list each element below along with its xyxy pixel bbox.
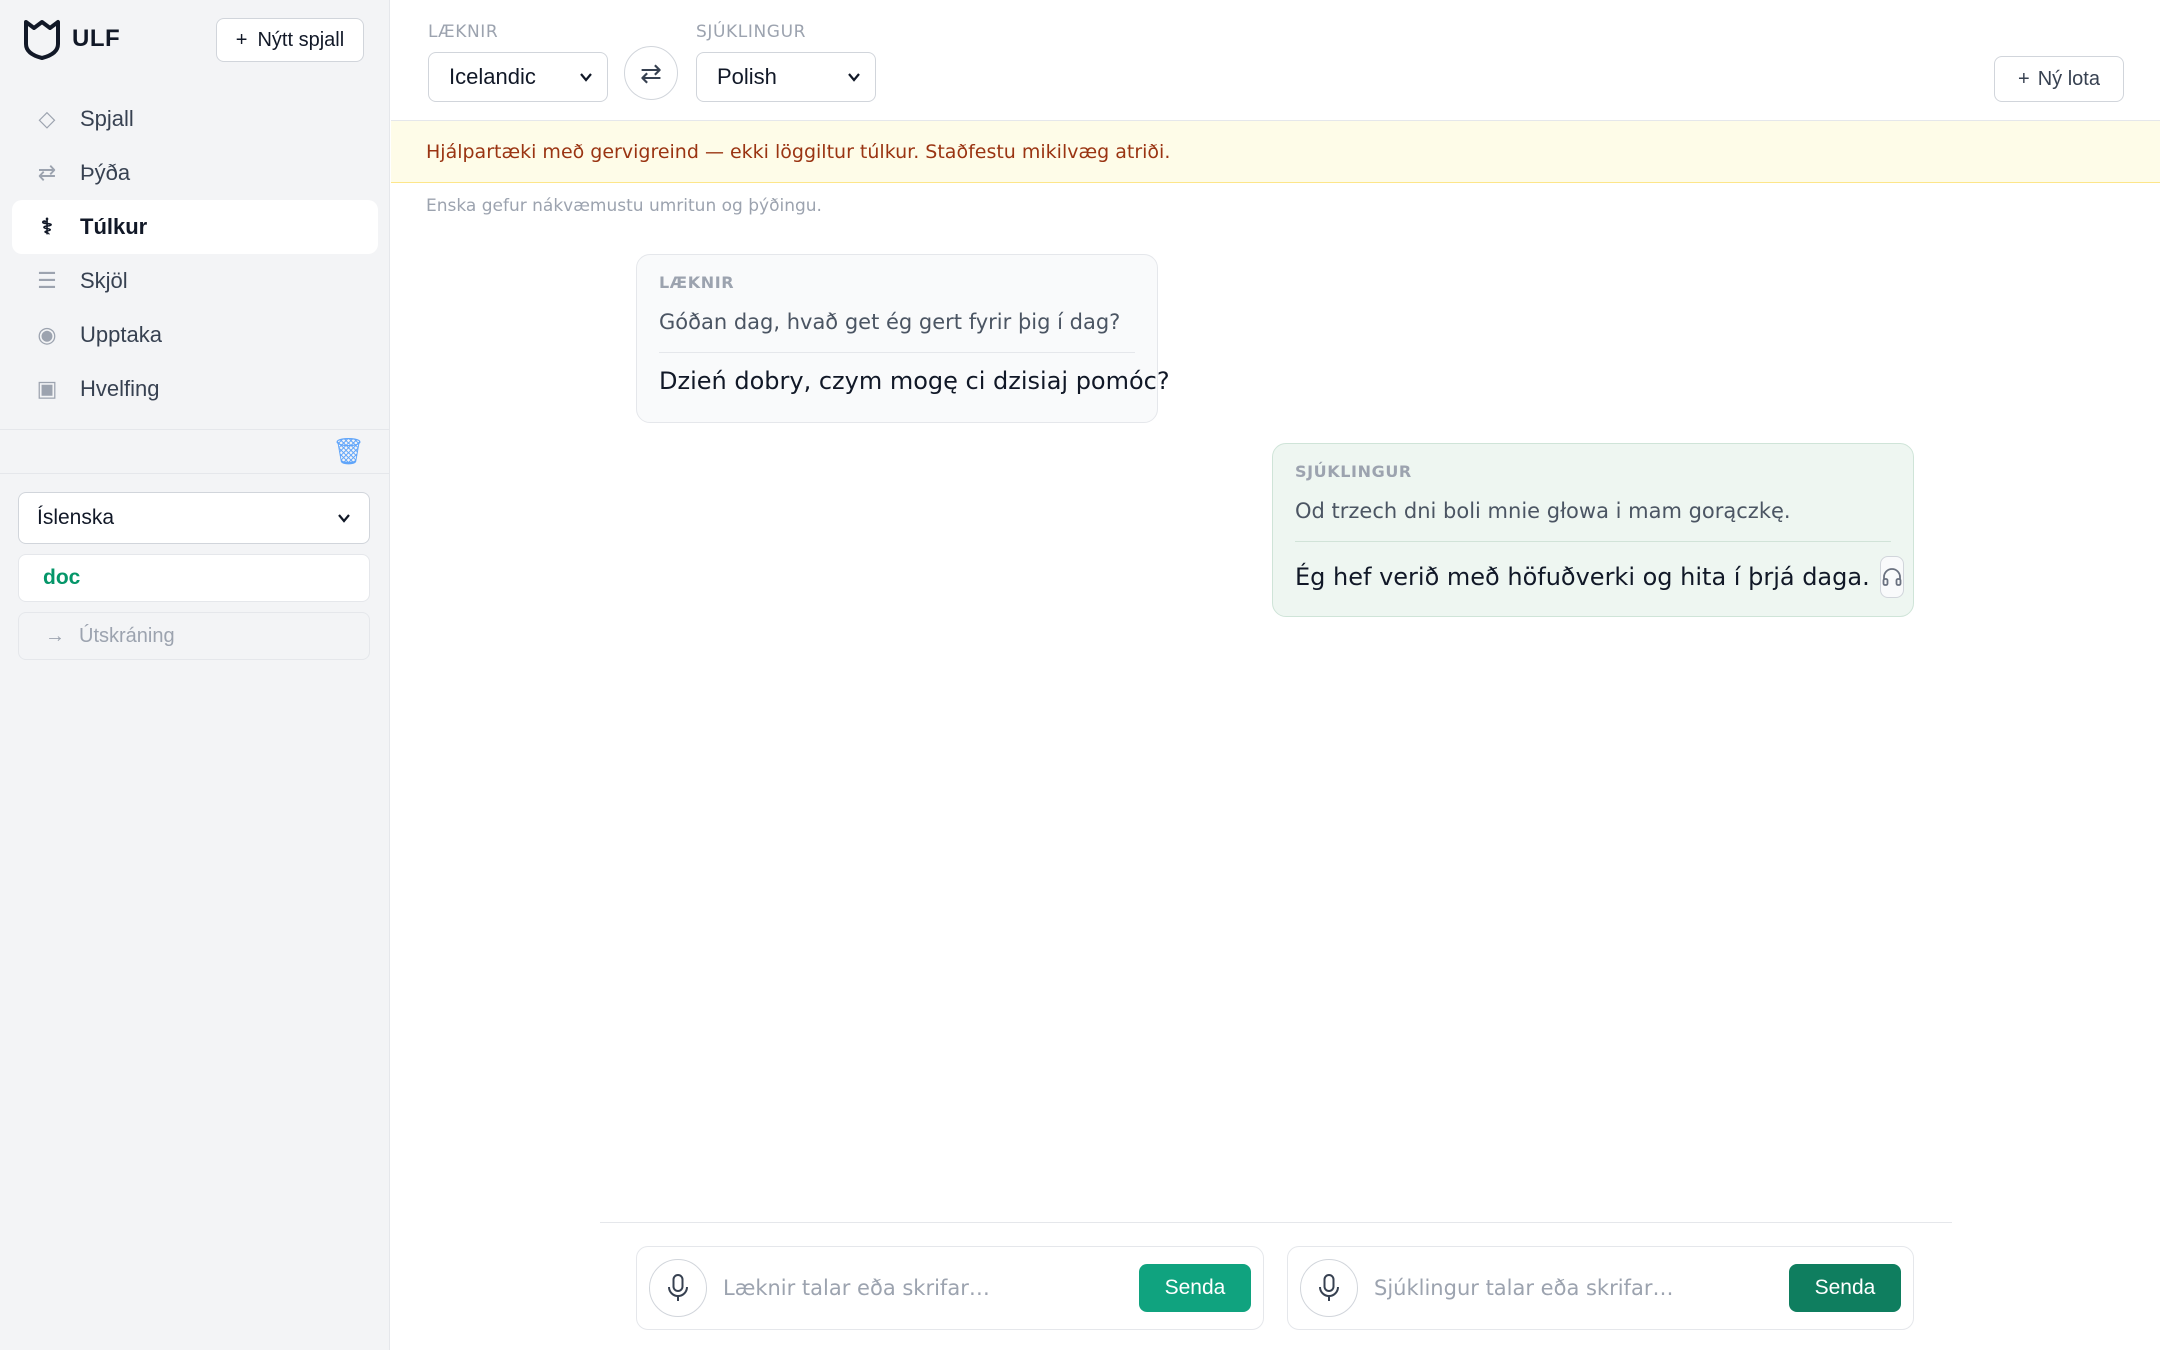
language-select[interactable]: Íslenska [18, 492, 370, 544]
doctor-language-label: LÆKNIR [428, 22, 499, 42]
brand-name: ULF [72, 25, 121, 52]
swap-languages-button[interactable]: ⇄ [624, 46, 678, 100]
user-name: doc [18, 554, 370, 602]
caduceus-icon: ⚕ [41, 214, 53, 239]
patient-language-label: SJÚKLINGUR [696, 22, 807, 42]
sidebar: ULF + Nýtt spjall ◇ Spjall ⇄ Þýða ⚕ Túlk… [0, 0, 390, 1350]
patient-message: SJÚKLINGUR Od trzech dni boli mnie głowa… [1272, 443, 1914, 617]
doctor-message-input[interactable] [723, 1276, 1123, 1300]
disclaimer-text: Hjálpartæki með gervigreind — ekki löggi… [426, 140, 1171, 163]
sidebar-item-hvelfing[interactable]: ▣ Hvelfing [12, 362, 378, 416]
new-chat-label: Nýtt spjall [257, 28, 345, 51]
shield-logo-icon [24, 20, 60, 60]
doctor-composer: Senda [636, 1246, 1264, 1330]
message-translation-row: Dzień dobry, czym mogę ci dzisiaj pomóc? [659, 367, 1170, 395]
message-translation-row: Ég hef verið með höfuðverki og hita í þr… [1295, 556, 1904, 598]
chevron-down-icon [338, 514, 350, 523]
doctor-language-value: Icelandic [449, 64, 536, 89]
accuracy-note: Enska gefur nákvæmustu umritun og þýðing… [426, 196, 822, 216]
message-translation: Ég hef verið með höfuðverki og hita í þr… [1295, 563, 1870, 591]
patient-send-button[interactable]: Senda [1789, 1264, 1901, 1312]
chevron-down-icon [580, 73, 592, 82]
divider [600, 1222, 1952, 1223]
sidebar-item-tulkur[interactable]: ⚕ Túlkur [12, 200, 378, 254]
message-translation: Dzień dobry, czym mogę ci dzisiaj pomóc? [659, 367, 1170, 395]
plus-icon: + [2018, 67, 2030, 90]
sidebar-item-label: Spjall [80, 106, 134, 131]
message-role: SJÚKLINGUR [1295, 462, 1412, 481]
arrow-right-icon: → [45, 624, 65, 647]
doctor-mic-button[interactable] [649, 1259, 707, 1317]
doctor-message: LÆKNIR Góðan dag, hvað get ég gert fyrir… [636, 254, 1170, 423]
swap-icon: ⇄ [37, 160, 57, 185]
sidebar-item-label: Túlkur [80, 214, 148, 239]
swap-icon: ⇄ [640, 57, 662, 88]
trash-icon[interactable]: 🗑 [332, 436, 365, 467]
new-session-label: Ný lota [2037, 67, 2100, 90]
doctor-language-select[interactable]: Icelandic [428, 52, 608, 102]
patient-language-select[interactable]: Polish [696, 52, 876, 102]
microphone-icon [1319, 1274, 1339, 1301]
message-original: Góðan dag, hvað get ég gert fyrir þig í … [659, 310, 1121, 334]
logout-label: Útskráning [79, 624, 175, 647]
divider [0, 473, 390, 474]
record-icon: ◉ [37, 322, 57, 347]
sidebar-item-label: Hvelfing [80, 376, 160, 401]
list-icon: ☰ [37, 268, 57, 293]
language-value: Íslenska [37, 506, 115, 529]
sidebar-nav: ◇ Spjall ⇄ Þýða ⚕ Túlkur ☰ Skjöl ◉ Uppta… [12, 92, 378, 416]
new-session-button[interactable]: + Ný lota [1994, 56, 2124, 102]
plus-icon: + [235, 28, 248, 51]
divider [659, 352, 1135, 353]
sidebar-item-label: Þýða [80, 160, 131, 185]
patient-language-value: Polish [717, 64, 777, 89]
listen-button[interactable] [1879, 556, 1904, 598]
new-chat-button[interactable]: + Nýtt spjall [216, 18, 364, 62]
logout-button[interactable]: → Útskráning [18, 612, 370, 660]
disclaimer-banner: Hjálpartæki með gervigreind — ekki löggi… [391, 121, 2160, 183]
chevron-down-icon [848, 73, 860, 82]
sidebar-item-skjol[interactable]: ☰ Skjöl [12, 254, 378, 308]
patient-mic-button[interactable] [1300, 1259, 1358, 1317]
sidebar-item-label: Upptaka [80, 322, 162, 347]
message-original: Od trzech dni boli mnie głowa i mam gorą… [1295, 499, 1791, 523]
headphones-icon [1882, 568, 1902, 586]
vault-icon: ▣ [36, 376, 58, 401]
patient-message-input[interactable] [1374, 1276, 1773, 1300]
doctor-send-button[interactable]: Senda [1139, 1264, 1251, 1312]
message-role: LÆKNIR [659, 273, 735, 292]
divider [0, 429, 390, 430]
sidebar-item-label: Skjöl [80, 268, 128, 293]
sidebar-item-thyda[interactable]: ⇄ Þýða [12, 146, 378, 200]
brand[interactable]: ULF [22, 18, 120, 60]
divider [1295, 541, 1891, 542]
microphone-icon [668, 1274, 688, 1301]
sidebar-item-upptaka[interactable]: ◉ Upptaka [12, 308, 378, 362]
diamond-icon: ◇ [38, 106, 56, 131]
patient-composer: Senda [1287, 1246, 1914, 1330]
sidebar-item-spjall[interactable]: ◇ Spjall [12, 92, 378, 146]
